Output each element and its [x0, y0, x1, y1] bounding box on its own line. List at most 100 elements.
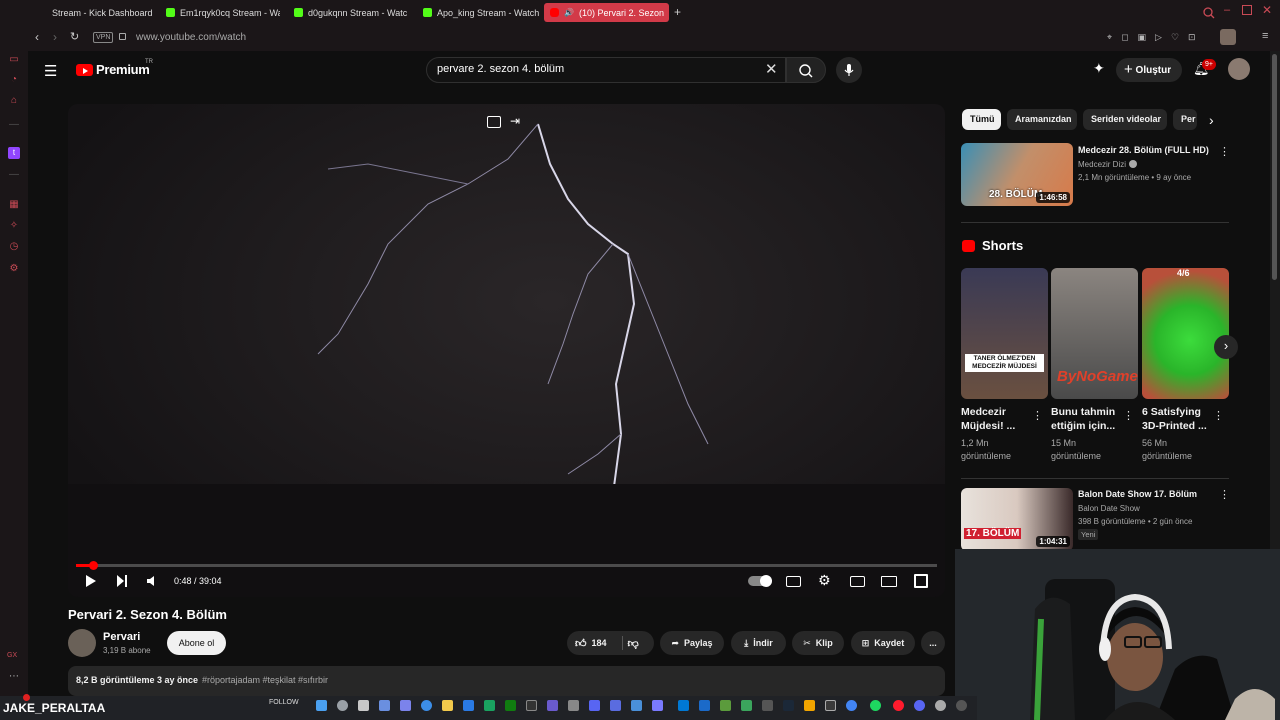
pin-icon[interactable]: ✧	[8, 220, 20, 232]
browser-tab[interactable]: Em1rqyk0cq Stream - Wa	[160, 3, 280, 22]
app-icon[interactable]	[699, 700, 710, 711]
like-button[interactable]: 👍︎ 184 👎︎	[567, 631, 654, 655]
settings-gear-icon[interactable]: ⚙	[818, 572, 831, 589]
chevron-right-icon[interactable]: ›	[1209, 112, 1214, 128]
chip-series[interactable]: Seriden videolar	[1083, 109, 1167, 130]
windows-start-icon[interactable]	[316, 700, 327, 711]
create-button[interactable]: + Oluştur	[1116, 58, 1182, 82]
progress-scrubber[interactable]	[89, 561, 98, 570]
browser-tab-active[interactable]: 🔊 (10) Pervari 2. Sezon	[544, 3, 669, 22]
new-tab-button[interactable]: +	[674, 5, 681, 19]
restore-icon[interactable]	[1242, 5, 1252, 15]
teams-icon[interactable]	[400, 700, 411, 711]
more-vert-icon[interactable]: ⋮	[1219, 488, 1230, 501]
youtube-logo-icon[interactable]	[76, 64, 93, 76]
youtube-logo-text[interactable]: Premium	[96, 62, 150, 77]
chip-partial[interactable]: Per	[1173, 109, 1197, 130]
xbox-icon[interactable]	[505, 700, 516, 711]
extension-icons[interactable]: ⌖◻▣▷♡⊡	[1107, 32, 1205, 43]
app-icon[interactable]	[956, 700, 967, 711]
shorts-next-button[interactable]: ›	[1214, 335, 1238, 359]
cast-icon[interactable]: ✦	[1093, 60, 1105, 77]
gaming-icon[interactable]: ⌂	[8, 95, 20, 107]
hamburger-menu-icon[interactable]: ☰	[44, 62, 57, 80]
rec-channel[interactable]: Medcezir Dizi	[1078, 159, 1126, 170]
search-input[interactable]: pervare 2. sezon 4. bölüm	[437, 63, 564, 75]
chip-from-search[interactable]: Aramanızdan	[1007, 109, 1077, 130]
history-icon[interactable]: ◷	[8, 241, 20, 253]
more-icon[interactable]: ⋯	[8, 671, 20, 683]
account-avatar[interactable]	[1228, 58, 1250, 80]
short-thumbnail[interactable]: ByNoGame	[1051, 268, 1138, 399]
chip-all[interactable]: Tümü	[962, 109, 1001, 130]
app-icon[interactable]	[935, 700, 946, 711]
more-vert-icon[interactable]: ⋮	[1219, 145, 1230, 158]
apps-icon[interactable]: ▦	[8, 199, 20, 211]
voice-search-button[interactable]	[836, 57, 862, 83]
video-thumbnail[interactable]: 17. BÖLÜM 1:04:31	[961, 488, 1073, 551]
theater-mode-icon[interactable]	[881, 576, 897, 587]
rec-title[interactable]: Medcezir 28. Bölüm (FULL HD)	[1078, 144, 1213, 156]
more-actions-button[interactable]: ...	[921, 631, 945, 655]
download-button[interactable]: ⤓ İndir	[731, 631, 786, 655]
miniplayer-button-icon[interactable]	[850, 576, 865, 587]
file-explorer-icon[interactable]	[442, 700, 453, 711]
app-icon[interactable]	[484, 700, 495, 711]
channel-name[interactable]: Pervari	[103, 631, 140, 643]
app-icon[interactable]	[804, 700, 815, 711]
browser-tab[interactable]: Stream - Kick Dashboard	[46, 3, 158, 22]
save-button[interactable]: ⊞ Kaydet	[851, 631, 915, 655]
app-icon[interactable]	[568, 700, 579, 711]
opera-gx-icon[interactable]	[893, 700, 904, 711]
description-box[interactable]	[68, 666, 945, 696]
search-button[interactable]	[786, 57, 826, 83]
short-thumbnail[interactable]: 4/6	[1142, 268, 1229, 399]
page-scrollbar-thumb[interactable]	[1272, 54, 1277, 280]
app-icon[interactable]	[741, 700, 752, 711]
hashtags[interactable]: #röportajadam #teşkilat #sıfırbir	[202, 675, 328, 685]
browser-tab[interactable]: d0gukqnn Stream - Watc	[288, 3, 410, 22]
next-icon[interactable]	[116, 575, 128, 587]
rec-channel[interactable]: Balon Date Show	[1078, 503, 1140, 514]
app-icon[interactable]	[762, 700, 773, 711]
url-text[interactable]: www.youtube.com/watch	[136, 32, 246, 43]
app-icon[interactable]	[526, 700, 537, 711]
short-title[interactable]: Bunu tahmin ettiğim için...	[1051, 405, 1127, 433]
clip-button[interactable]: ✂ Klip	[792, 631, 844, 655]
app-icon[interactable]	[678, 700, 689, 711]
minecraft-icon[interactable]	[720, 700, 731, 711]
fullscreen-icon[interactable]	[914, 574, 928, 588]
volume-icon[interactable]	[146, 575, 158, 587]
subtitles-icon[interactable]	[786, 576, 801, 587]
play-icon[interactable]	[85, 575, 97, 587]
app-icon[interactable]	[547, 700, 558, 711]
more-vert-icon[interactable]: ⋮	[1032, 409, 1043, 422]
share-button[interactable]: ➦ Paylaş	[660, 631, 724, 655]
menu-icon[interactable]: ≡	[1262, 30, 1268, 42]
progress-bar[interactable]	[76, 564, 937, 567]
player-icon[interactable]: ◔	[8, 74, 20, 86]
clear-search-icon[interactable]: ✕	[765, 60, 778, 78]
reload-icon[interactable]: ↻	[70, 30, 79, 43]
autoplay-toggle[interactable]	[748, 575, 772, 587]
store-icon[interactable]	[463, 700, 474, 711]
settings-icon[interactable]: ⚙	[8, 263, 20, 275]
task-view-icon[interactable]	[358, 700, 369, 711]
app-icon[interactable]	[825, 700, 836, 711]
app-icon[interactable]	[610, 700, 621, 711]
exit-icon[interactable]: ⇥	[510, 114, 520, 128]
video-player[interactable]	[68, 104, 945, 597]
messenger-icon[interactable]: ▭	[8, 54, 20, 66]
short-thumbnail[interactable]: TANER ÖLMEZ'DEN MEDCEZİR MÜJDESİ	[961, 268, 1048, 399]
short-title[interactable]: Medcezir Müjdesi! ...	[961, 405, 1037, 433]
forward-icon[interactable]: ›	[53, 30, 57, 44]
profile-avatar[interactable]	[1220, 29, 1236, 45]
thumbs-down-icon[interactable]: 👎︎	[628, 637, 639, 650]
miniplayer-icon[interactable]	[487, 116, 501, 128]
browser-tab[interactable]: Apo_king Stream - Watch	[417, 3, 539, 22]
spotify-icon[interactable]	[870, 700, 881, 711]
chrome-icon[interactable]	[846, 700, 857, 711]
subscribe-button[interactable]: Abone ol	[167, 631, 226, 655]
app-icon[interactable]	[631, 700, 642, 711]
search-taskbar-icon[interactable]	[337, 700, 348, 711]
